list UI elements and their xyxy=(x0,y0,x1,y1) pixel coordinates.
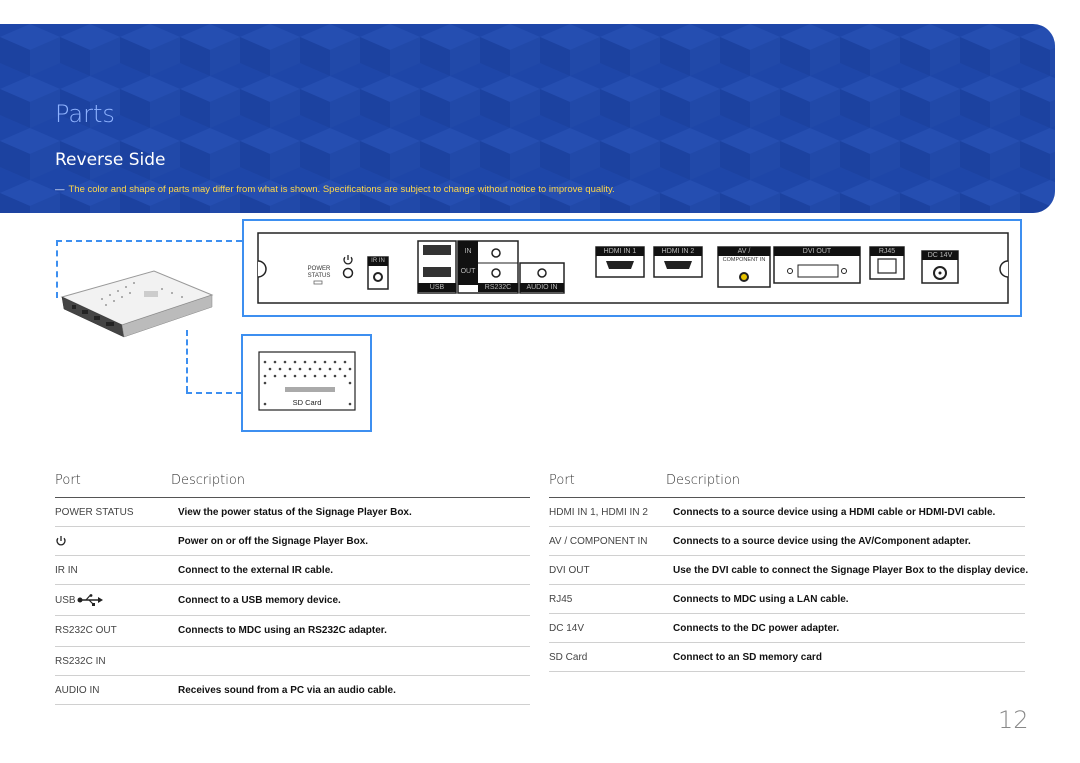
panel-label-usb-out: OUT xyxy=(458,267,478,276)
description-cell: Connects to a source device using a HDMI… xyxy=(673,507,996,518)
port-cell: RJ45 xyxy=(549,594,573,605)
sd-card-callout: SD Card xyxy=(241,334,372,432)
note-marker-icon: ― xyxy=(55,184,65,195)
callout-line-bottom-horizontal xyxy=(186,392,242,394)
description-cell: Connects to the DC power adapter. xyxy=(673,623,840,634)
usb-icon xyxy=(77,594,103,606)
port-cell: RS232C IN xyxy=(55,656,106,667)
panel-label-usb-in: IN xyxy=(458,247,478,256)
table-row: AUDIO IN Receives sound from a PC via an… xyxy=(55,676,530,705)
port-cell: HDMI IN 1, HDMI IN 2 xyxy=(549,507,648,518)
table-row: DVI OUT Use the DVI cable to connect the… xyxy=(549,556,1029,585)
panel-label-dvi-out: DVI OUT xyxy=(774,247,860,256)
callout-line-top-vertical xyxy=(56,240,58,298)
port-cell: USB xyxy=(55,595,76,606)
port-cell: DC 14V xyxy=(549,623,585,634)
table-row: Power on or off the Signage Player Box. xyxy=(55,527,530,556)
port-cell: SD Card xyxy=(549,652,588,663)
note: ― The color and shape of parts may differ… xyxy=(55,184,615,195)
table-row: RS232C OUT Connects to MDC using an RS23… xyxy=(55,616,530,647)
page-title: Parts xyxy=(55,100,115,128)
sd-card-slot-illustration xyxy=(258,351,356,411)
panel-label-rs232c: RS232C xyxy=(478,283,518,292)
section-title: Reverse Side xyxy=(55,150,166,170)
left-col-description-header: Description xyxy=(171,473,246,488)
header-banner: Parts Reverse Side ― The color and shape … xyxy=(0,24,1055,213)
table-row: RS232C IN xyxy=(55,647,530,676)
description-cell: Power on or off the Signage Player Box. xyxy=(178,536,369,547)
power-icon xyxy=(56,536,66,546)
description-cell: Connects to MDC using a LAN cable. xyxy=(673,594,849,605)
callout-line-bottom xyxy=(186,330,188,392)
description-cell: Connect to a USB memory device. xyxy=(178,595,341,606)
note-text: The color and shape of parts may differ … xyxy=(68,184,615,195)
table-row: IR IN Connect to the external IR cable. xyxy=(55,556,530,585)
panel-label-power-status: POWER STATUS xyxy=(307,266,331,279)
table-row: RJ45 Connects to MDC using a LAN cable. xyxy=(549,585,1025,614)
left-col-port-header: Port xyxy=(55,473,81,488)
panel-label-hdmi-in-2: HDMI IN 2 xyxy=(654,247,702,256)
panel-label-audio-in: AUDIO IN xyxy=(520,283,564,292)
table-row: AV / COMPONENT IN Connects to a source d… xyxy=(549,527,1025,556)
description-cell: Connect to the external IR cable. xyxy=(178,565,334,576)
port-cell: DVI OUT xyxy=(549,565,590,576)
description-cell: Connects to a source device using the AV… xyxy=(673,536,971,547)
page-number: 12 xyxy=(998,706,1029,734)
rear-panel-callout: POWER STATUS IR IN IN OUT USB RS232C AUD… xyxy=(242,219,1022,317)
table-row: POWER STATUS View the power status of th… xyxy=(55,498,530,527)
panel-label-hdmi-in-1: HDMI IN 1 xyxy=(596,247,644,256)
table-row: USB Connect to a USB memory device. xyxy=(55,585,530,616)
table-row: DC 14V Connects to the DC power adapter. xyxy=(549,614,1025,643)
port-cell: IR IN xyxy=(55,565,78,576)
description-cell: Use the DVI cable to connect the Signage… xyxy=(673,565,1029,576)
power-icon xyxy=(343,255,353,265)
device-illustration xyxy=(60,270,214,338)
panel-label-component-in: COMPONENT IN xyxy=(722,257,766,263)
table-row: SD Card Connect to an SD memory card xyxy=(549,643,1025,672)
description-cell: Receives sound from a PC via an audio ca… xyxy=(178,685,396,696)
port-cell: AV / COMPONENT IN xyxy=(549,536,648,547)
description-cell: Connects to MDC using an RS232C adapter. xyxy=(178,625,387,636)
port-cell: POWER STATUS xyxy=(55,507,134,518)
right-col-port-header: Port xyxy=(549,473,575,488)
port-cell: RS232C OUT xyxy=(55,625,117,636)
callout-line-top xyxy=(56,240,242,242)
description-cell: Connect to an SD memory card xyxy=(673,652,822,663)
rear-panel-outline xyxy=(257,232,1009,304)
panel-label-rj45: RJ45 xyxy=(870,247,904,256)
panel-label-ir-in: IR IN xyxy=(368,257,388,266)
panel-label-dc-14v: DC 14V xyxy=(922,251,958,260)
description-cell: View the power status of the Signage Pla… xyxy=(178,507,412,518)
sd-card-label: SD Card xyxy=(292,398,322,407)
port-cell: AUDIO IN xyxy=(55,685,100,696)
panel-label-av: AV / xyxy=(718,247,770,256)
panel-label-usb: USB xyxy=(418,283,456,292)
table-row: HDMI IN 1, HDMI IN 2 Connects to a sourc… xyxy=(549,498,1025,527)
right-col-description-header: Description xyxy=(666,473,741,488)
